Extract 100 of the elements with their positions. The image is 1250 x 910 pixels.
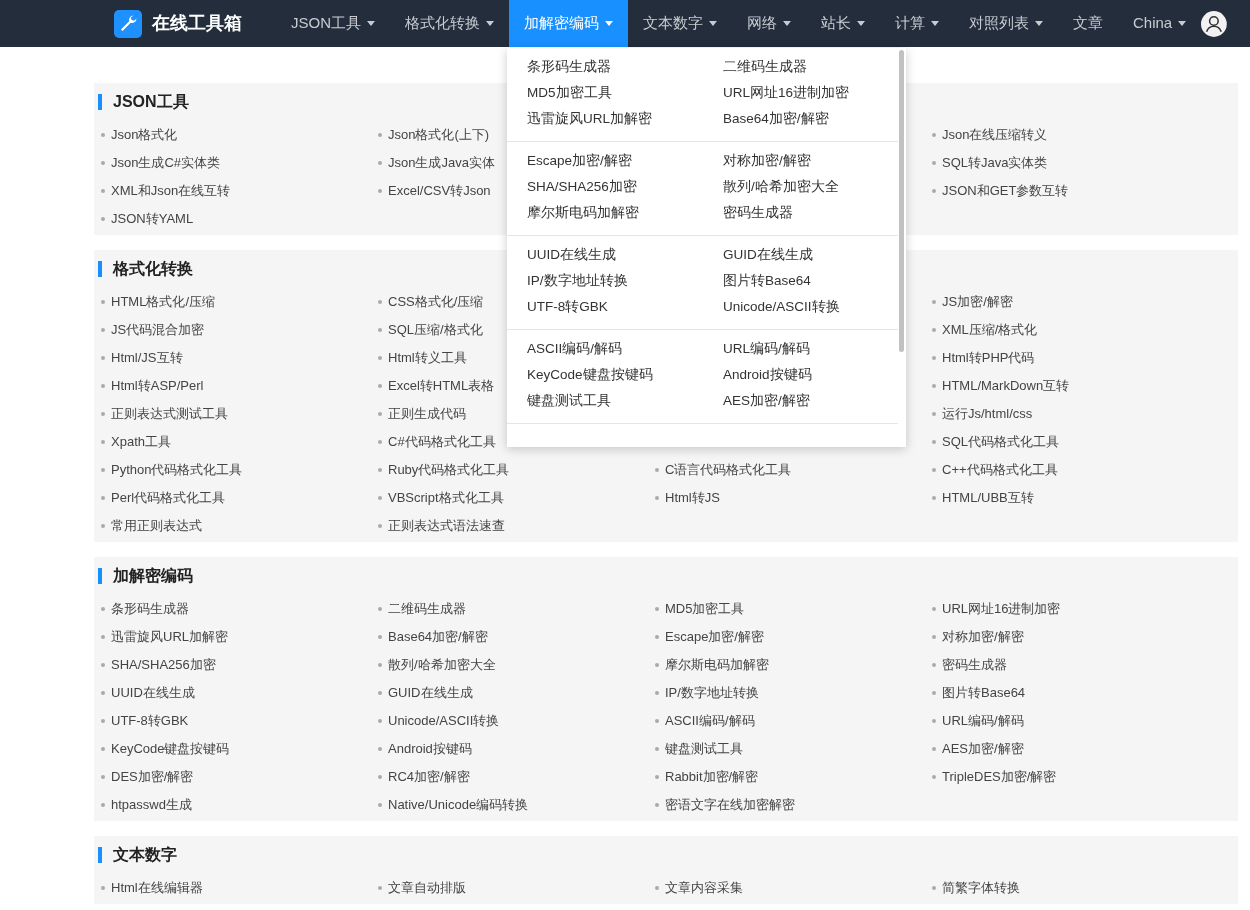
tool-link[interactable]: Unicode/ASCII转换: [388, 711, 500, 731]
nav-tab[interactable]: 格式化转换: [390, 0, 509, 47]
tool-link[interactable]: AES加密/解密: [942, 739, 1024, 759]
menu-item[interactable]: ASCII编码/解码: [527, 338, 723, 360]
tool-link[interactable]: Python代码格式化工具: [111, 460, 243, 480]
tool-link[interactable]: ASCII编码/解码: [665, 711, 755, 731]
tool-link[interactable]: UTF-8转GBK: [111, 711, 189, 731]
tool-link[interactable]: Ruby代码格式化工具: [388, 460, 510, 480]
menu-item[interactable]: 键盘测试工具: [527, 390, 723, 412]
tool-link[interactable]: 键盘测试工具: [665, 739, 743, 759]
nav-tab[interactable]: 文章: [1058, 0, 1118, 47]
tool-link[interactable]: 简繁字体转换: [942, 878, 1020, 898]
tool-link[interactable]: HTML/MarkDown互转: [942, 376, 1070, 396]
tool-link[interactable]: SQL转Java实体类: [942, 153, 1048, 173]
tool-link[interactable]: Json在线压缩转义: [942, 125, 1048, 145]
menu-item[interactable]: MD5加密工具: [527, 82, 723, 104]
tool-link[interactable]: Html转义工具: [388, 348, 467, 368]
tool-link[interactable]: TripleDES加密/解密: [942, 767, 1057, 787]
tool-link[interactable]: Excel转HTML表格: [388, 376, 495, 396]
tool-link[interactable]: Html转ASP/Perl: [111, 376, 204, 396]
tool-link[interactable]: 常用正则表达式: [111, 516, 202, 536]
tool-link[interactable]: IP/数字地址转换: [665, 683, 759, 703]
tool-link[interactable]: htpasswd生成: [111, 795, 192, 815]
nav-tab[interactable]: JSON工具: [276, 0, 390, 47]
tool-link[interactable]: Perl代码格式化工具: [111, 488, 226, 508]
tool-link[interactable]: URL编码/解码: [942, 711, 1024, 731]
menu-item[interactable]: 摩尔斯电码加解密: [527, 202, 723, 224]
menu-item[interactable]: IP/数字地址转换: [527, 270, 723, 292]
nav-tab[interactable]: 对照列表: [954, 0, 1058, 47]
tool-link[interactable]: 条形码生成器: [111, 599, 189, 619]
tool-link[interactable]: Escape加密/解密: [665, 627, 764, 647]
tool-link[interactable]: Rabbit加密/解密: [665, 767, 759, 787]
tool-link[interactable]: C++代码格式化工具: [942, 460, 1058, 480]
menu-item[interactable]: Escape加密/解密: [527, 150, 723, 172]
tool-link[interactable]: RC4加密/解密: [388, 767, 470, 787]
tool-link[interactable]: Xpath工具: [111, 432, 171, 452]
menu-item[interactable]: 散列/哈希加密大全: [723, 176, 898, 198]
tool-link[interactable]: 正则生成代码: [388, 404, 466, 424]
menu-item[interactable]: Android按键码: [723, 364, 898, 386]
tool-link[interactable]: JSON和GET参数互转: [942, 181, 1069, 201]
menu-item[interactable]: URL网址16进制加密: [723, 82, 898, 104]
menu-item[interactable]: AES加密/解密: [723, 390, 898, 412]
menu-item[interactable]: KeyCode键盘按键码: [527, 364, 723, 386]
tool-link[interactable]: JS加密/解密: [942, 292, 1013, 312]
tool-link[interactable]: XML压缩/格式化: [942, 320, 1038, 340]
tool-link[interactable]: 图片转Base64: [942, 683, 1026, 703]
tool-link[interactable]: Android按键码: [388, 739, 472, 759]
tool-link[interactable]: GUID在线生成: [388, 683, 473, 703]
tool-link[interactable]: 散列/哈希加密大全: [388, 655, 496, 675]
menu-item[interactable]: SHA/SHA256加密: [527, 176, 723, 198]
tool-link[interactable]: Excel/CSV转Json: [388, 181, 491, 201]
tool-link[interactable]: C语言代码格式化工具: [665, 460, 792, 480]
menu-item[interactable]: UTF-8转GBK: [527, 296, 723, 318]
tool-link[interactable]: UUID在线生成: [111, 683, 195, 703]
tool-link[interactable]: Html转PHP代码: [942, 348, 1035, 368]
tool-link[interactable]: JS代码混合加密: [111, 320, 205, 340]
menu-item[interactable]: Unicode/ASCII转换: [723, 296, 898, 318]
tool-link[interactable]: Base64加密/解密: [388, 627, 488, 647]
menu-item[interactable]: 密码生成器: [723, 202, 898, 224]
tool-link[interactable]: Html在线编辑器: [111, 878, 203, 898]
tool-link[interactable]: 正则表达式测试工具: [111, 404, 228, 424]
tool-link[interactable]: VBScript格式化工具: [388, 488, 504, 508]
menu-item[interactable]: 条形码生成器: [527, 56, 723, 78]
menu-item[interactable]: 图片转Base64: [723, 270, 898, 292]
tool-link[interactable]: KeyCode键盘按键码: [111, 739, 230, 759]
tool-link[interactable]: 文章内容采集: [665, 878, 743, 898]
menu-item[interactable]: URL编码/解码: [723, 338, 898, 360]
tool-link[interactable]: 二维码生成器: [388, 599, 466, 619]
tool-link[interactable]: Json格式化: [111, 125, 178, 145]
tool-link[interactable]: 文章自动排版: [388, 878, 466, 898]
tool-link[interactable]: CSS格式化/压缩: [388, 292, 484, 312]
tool-link[interactable]: 运行Js/html/css: [942, 404, 1033, 424]
nav-tab[interactable]: 文本数字: [628, 0, 732, 47]
nav-tab[interactable]: China: [1118, 0, 1202, 47]
menu-item[interactable]: UUID在线生成: [527, 244, 723, 266]
tool-link[interactable]: XML和Json在线互转: [111, 181, 231, 201]
tool-link[interactable]: DES加密/解密: [111, 767, 194, 787]
tool-link[interactable]: 摩尔斯电码加解密: [665, 655, 769, 675]
tool-link[interactable]: SHA/SHA256加密: [111, 655, 216, 675]
menu-item[interactable]: 二维码生成器: [723, 56, 898, 78]
tool-link[interactable]: Json生成Java实体: [388, 153, 495, 173]
menu-item[interactable]: 迅雷旋风URL加解密: [527, 108, 723, 130]
tool-link[interactable]: SQL代码格式化工具: [942, 432, 1059, 452]
nav-tab[interactable]: 网络: [732, 0, 806, 47]
menu-item[interactable]: GUID在线生成: [723, 244, 898, 266]
tool-link[interactable]: SQL压缩/格式化: [388, 320, 483, 340]
tool-link[interactable]: 对称加密/解密: [942, 627, 1024, 647]
tool-link[interactable]: HTML/UBB互转: [942, 488, 1034, 508]
tool-link[interactable]: 密码生成器: [942, 655, 1007, 675]
tool-link[interactable]: 密语文字在线加密解密: [665, 795, 795, 815]
tool-link[interactable]: JSON转YAML: [111, 209, 194, 229]
menu-item[interactable]: Base64加密/解密: [723, 108, 898, 130]
tool-link[interactable]: MD5加密工具: [665, 599, 745, 619]
menu-item[interactable]: 对称加密/解密: [723, 150, 898, 172]
tool-link[interactable]: Json格式化(上下): [388, 125, 490, 145]
tool-link[interactable]: Html/JS互转: [111, 348, 183, 368]
scrollbar-thumb[interactable]: [899, 50, 904, 352]
tool-link[interactable]: 迅雷旋风URL加解密: [111, 627, 228, 647]
tool-link[interactable]: C#代码格式化工具: [388, 432, 496, 452]
tool-link[interactable]: HTML格式化/压缩: [111, 292, 215, 312]
